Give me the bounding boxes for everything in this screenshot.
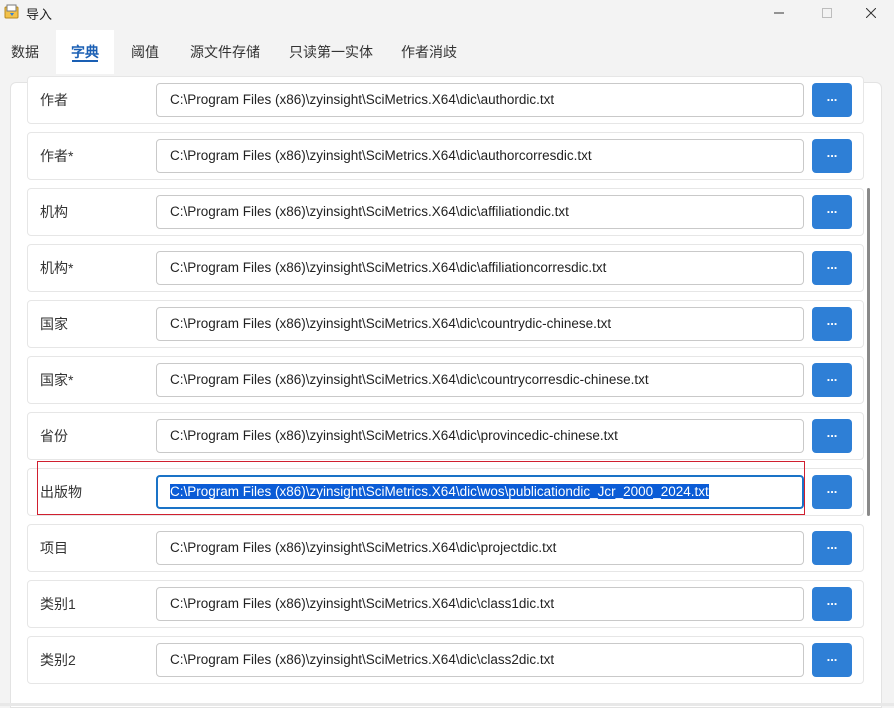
browse-button[interactable]: ...: [812, 363, 852, 397]
dict-row-project: 项目 C:\Program Files (x86)\zyinsight\SciM…: [27, 524, 864, 572]
tab-author-disambiguation[interactable]: 作者消歧: [394, 30, 464, 74]
path-input[interactable]: C:\Program Files (x86)\zyinsight\SciMetr…: [156, 83, 804, 117]
row-label: 机构*: [40, 260, 74, 276]
dict-row-author: 作者 C:\Program Files (x86)\zyinsight\SciM…: [27, 76, 864, 124]
path-input[interactable]: C:\Program Files (x86)\zyinsight\SciMetr…: [156, 643, 804, 677]
path-input[interactable]: C:\Program Files (x86)\zyinsight\SciMetr…: [156, 363, 804, 397]
dict-row-affiliation: 机构 C:\Program Files (x86)\zyinsight\SciM…: [27, 188, 864, 236]
selected-path-text: C:\Program Files (x86)\zyinsight\SciMetr…: [170, 484, 709, 499]
path-input[interactable]: C:\Program Files (x86)\zyinsight\SciMetr…: [156, 587, 804, 621]
row-label: 国家*: [40, 372, 74, 388]
minimize-icon: [774, 12, 784, 14]
tab-bar: 数据 字典 阈值 源文件存储 只读第一实体 作者消歧: [0, 30, 894, 74]
row-label: 机构: [40, 204, 68, 220]
minimize-button[interactable]: [756, 0, 802, 26]
dict-row-publication: 出版物 C:\Program Files (x86)\zyinsight\Sci…: [27, 468, 864, 516]
tab-dictionary[interactable]: 字典: [56, 30, 114, 74]
browse-button[interactable]: ...: [812, 195, 852, 229]
dict-row-author-corres: 作者* C:\Program Files (x86)\zyinsight\Sci…: [27, 132, 864, 180]
path-input[interactable]: C:\Program Files (x86)\zyinsight\SciMetr…: [156, 307, 804, 341]
maximize-icon: [822, 8, 832, 18]
row-label: 作者*: [40, 148, 74, 164]
tab-source-storage[interactable]: 源文件存储: [182, 30, 268, 74]
browse-button[interactable]: ...: [812, 307, 852, 341]
dict-row-class1: 类别1 C:\Program Files (x86)\zyinsight\Sci…: [27, 580, 864, 628]
dict-row-province: 省份 C:\Program Files (x86)\zyinsight\SciM…: [27, 412, 864, 460]
tab-readonly-first-entity[interactable]: 只读第一实体: [282, 30, 380, 74]
path-input-focused[interactable]: C:\Program Files (x86)\zyinsight\SciMetr…: [156, 475, 804, 509]
browse-button[interactable]: ...: [812, 83, 852, 117]
row-label: 出版物: [40, 484, 82, 500]
browse-button[interactable]: ...: [812, 139, 852, 173]
import-app-icon: [4, 4, 20, 20]
browse-button[interactable]: ...: [812, 419, 852, 453]
path-input[interactable]: C:\Program Files (x86)\zyinsight\SciMetr…: [156, 531, 804, 565]
close-icon: [866, 8, 876, 18]
path-input[interactable]: C:\Program Files (x86)\zyinsight\SciMetr…: [156, 195, 804, 229]
maximize-button[interactable]: [804, 0, 850, 26]
path-input[interactable]: C:\Program Files (x86)\zyinsight\SciMetr…: [156, 419, 804, 453]
row-label: 国家: [40, 316, 68, 332]
row-label: 项目: [40, 540, 68, 556]
dict-row-class2: 类别2 C:\Program Files (x86)\zyinsight\Sci…: [27, 636, 864, 684]
tab-threshold[interactable]: 阈值: [120, 30, 170, 74]
tab-data[interactable]: 数据: [0, 30, 50, 74]
browse-button[interactable]: ...: [812, 475, 852, 509]
row-label: 省份: [40, 428, 68, 444]
path-input[interactable]: C:\Program Files (x86)\zyinsight\SciMetr…: [156, 251, 804, 285]
browse-button[interactable]: ...: [812, 587, 852, 621]
vertical-scrollbar[interactable]: [867, 188, 870, 516]
dict-row-affiliation-corres: 机构* C:\Program Files (x86)\zyinsight\Sci…: [27, 244, 864, 292]
title-bar: 导入: [0, 0, 894, 26]
browse-button[interactable]: ...: [812, 251, 852, 285]
row-label: 作者: [40, 92, 68, 108]
browse-button[interactable]: ...: [812, 531, 852, 565]
row-label: 类别2: [40, 652, 76, 668]
row-label: 类别1: [40, 596, 76, 612]
dict-row-country-corres: 国家* C:\Program Files (x86)\zyinsight\Sci…: [27, 356, 864, 404]
close-button[interactable]: [848, 0, 894, 26]
dict-row-country: 国家 C:\Program Files (x86)\zyinsight\SciM…: [27, 300, 864, 348]
path-input[interactable]: C:\Program Files (x86)\zyinsight\SciMetr…: [156, 139, 804, 173]
browse-button[interactable]: ...: [812, 643, 852, 677]
window-title: 导入: [26, 7, 53, 22]
